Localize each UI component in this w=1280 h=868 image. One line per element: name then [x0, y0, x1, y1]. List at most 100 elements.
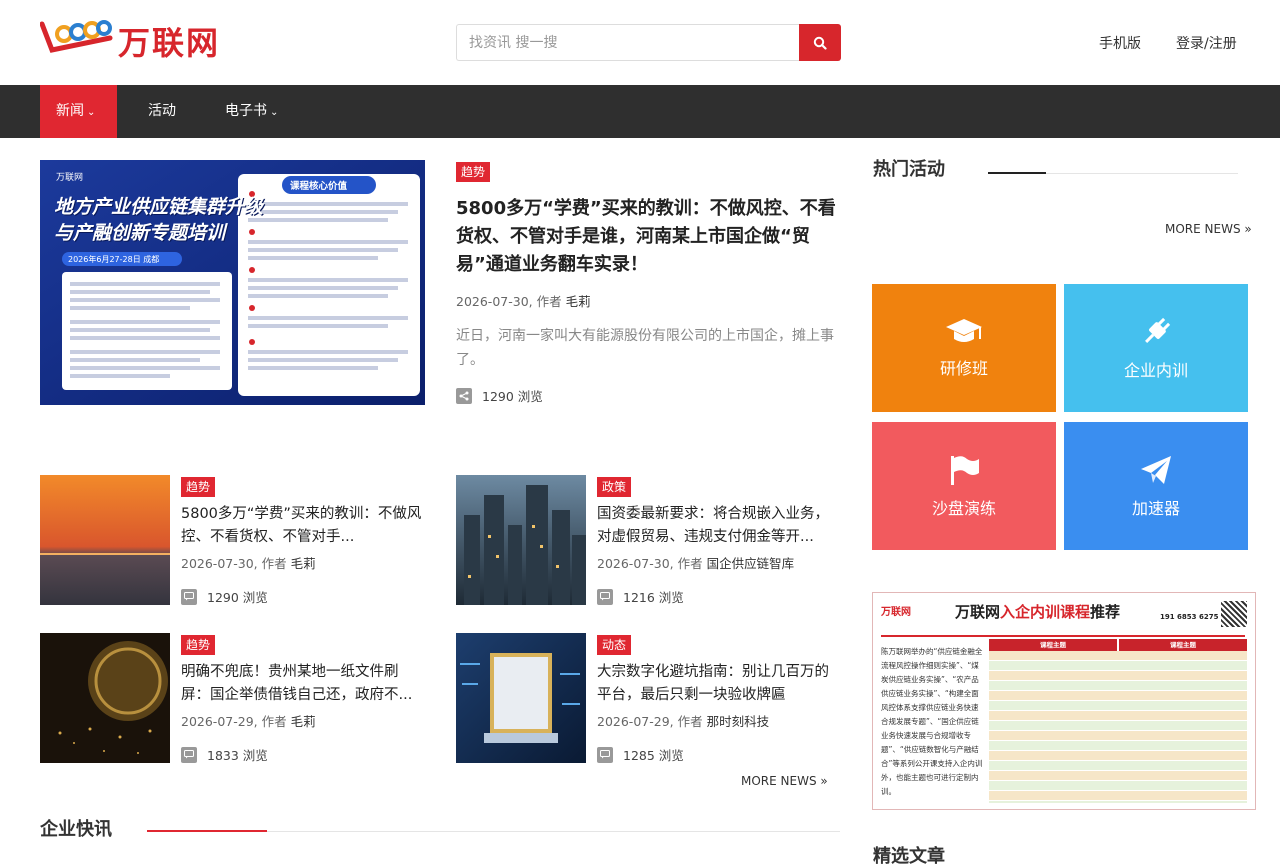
news-meta: 2026-07-30, 作者 毛莉: [181, 553, 316, 572]
news-meta: 2026-07-29, 作者 那时刻科技: [597, 711, 769, 730]
news-author[interactable]: 毛莉: [291, 556, 316, 571]
logo-mark-icon: [40, 20, 113, 53]
news-views: 1285 浏览: [597, 745, 684, 764]
ad-column-header: 课程主题: [989, 639, 1117, 651]
news-meta: 2026-07-29, 作者 毛莉: [181, 711, 316, 730]
ad-title-highlight: 入企内训课程: [1000, 603, 1091, 621]
news-meta: 2026-07-30, 作者 国企供应链智库: [597, 553, 794, 572]
news-title[interactable]: 明确不兜底！贵州某地一纸文件刷屏：国企举债借钱自己还，政府不...: [181, 661, 423, 707]
list-item: 动态 大宗数字化避坑指南：别让几百万的平台，最后只剩一块验收牌匾 2026-07…: [456, 633, 856, 763]
graduation-cap-icon: [946, 319, 982, 342]
main-nav: 新闻 ⌄ 活动 电子书 ⌄: [0, 85, 1280, 138]
ad-title-suffix: 推荐: [1090, 603, 1121, 621]
ad-title-prefix: 万联网: [955, 603, 1001, 621]
more-news-link[interactable]: MORE NEWS »: [741, 774, 828, 788]
search-input[interactable]: [456, 24, 799, 61]
news-author[interactable]: 国企供应链智库: [707, 556, 795, 571]
headline-line-2: 与产融创新专题培训: [54, 222, 226, 244]
ad-column-header: 课程主题: [1119, 639, 1247, 651]
news-thumbnail[interactable]: [40, 475, 170, 605]
tile-corporate-training[interactable]: 企业内训: [1064, 284, 1248, 412]
flag-icon: [951, 456, 979, 485]
news-date: 2026-07-30,: [181, 556, 258, 571]
views-count: 1290: [482, 389, 514, 404]
tile-sandbox-drill[interactable]: 沙盘演练: [872, 422, 1056, 550]
news-title[interactable]: 大宗数字化避坑指南：别让几百万的平台，最后只剩一块验收牌匾: [597, 661, 839, 707]
news-date: 2026-07-29,: [181, 714, 258, 729]
views-label: 浏览: [658, 748, 684, 763]
site-logo[interactable]: 万联网: [40, 14, 220, 68]
ad-divider: [881, 635, 1245, 637]
author-label: 作者: [261, 714, 287, 729]
featured-author[interactable]: 毛莉: [566, 294, 591, 309]
section-title-company-news: 企业快讯: [40, 819, 112, 840]
news-title[interactable]: 5800多万“学费”买来的教训：不做风控、不看货权、不管对手...: [181, 503, 423, 549]
list-item: 趋势 明确不兜底！贵州某地一纸文件刷屏：国企举债借钱自己还，政府不... 202…: [40, 633, 440, 763]
news-tag[interactable]: 政策: [597, 477, 632, 497]
news-views: 1290 浏览: [181, 587, 268, 606]
news-author[interactable]: 毛莉: [291, 714, 316, 729]
comment-icon: [597, 746, 613, 763]
nav-item-events[interactable]: 活动: [132, 85, 192, 138]
nav-item-label: 新闻: [56, 103, 84, 119]
featured-views: 1290 浏览: [456, 386, 543, 405]
headline-line-1: 地方产业供应链集群升级: [54, 196, 264, 218]
section-divider-accent: [988, 172, 1046, 174]
tile-label: 沙盘演练: [931, 499, 996, 518]
news-date: 2026-07-30,: [597, 556, 674, 571]
news-thumbnail[interactable]: [456, 633, 586, 763]
author-label: 作者: [677, 714, 703, 729]
featured-date: 2026-07-30,: [456, 294, 533, 309]
ad-table-rows: [989, 651, 1247, 803]
featured-image-panel-title: 课程核心价值: [290, 181, 348, 192]
news-tag[interactable]: 趋势: [181, 477, 216, 497]
nav-item-news[interactable]: 新闻 ⌄: [40, 85, 117, 138]
views-label: 浏览: [517, 389, 543, 404]
sunset-image: [40, 475, 170, 605]
ad-title: 万联网入企内训课程推荐: [955, 601, 1120, 622]
comment-icon: [181, 588, 197, 605]
views-count: 1216: [623, 590, 655, 605]
list-item: 政策 国资委最新要求：将合规嵌入业务，对虚假贸易、违规支付佣金等开... 202…: [456, 475, 856, 605]
login-register-link[interactable]: 登录/注册: [1176, 33, 1237, 53]
featured-image-headline: 地方产业供应链集群升级 与产融创新专题培训: [54, 194, 263, 246]
qr-code-icon: [1221, 601, 1247, 627]
ad-contact: 191 6853 6275: [1160, 613, 1219, 621]
section-title-selected-articles: 精选文章: [873, 846, 945, 867]
tile-label: 研修班: [939, 359, 988, 378]
featured-image-date: 2026年6月27-28日 成都: [68, 255, 160, 264]
nav-item-label: 电子书: [225, 103, 267, 119]
featured-summary: 近日，河南一家叫大有能源股份有限公司的上市国企，摊上事了。: [456, 328, 834, 368]
search-button[interactable]: [799, 24, 841, 61]
share-icon[interactable]: [456, 387, 472, 404]
paper-plane-icon: [1141, 456, 1171, 484]
tile-label: 加速器: [1131, 499, 1180, 518]
list-item: 趋势 5800多万“学费”买来的教训：不做风控、不看货权、不管对手... 202…: [40, 475, 440, 605]
featured-meta: 2026-07-30, 作者 毛莉: [456, 291, 591, 310]
search-icon: [813, 36, 827, 50]
news-thumbnail[interactable]: [40, 633, 170, 763]
corporate-training-ad[interactable]: 万联网 万联网入企内训课程推荐 191 6853 6275 陈万联网举办的“供应…: [872, 592, 1256, 810]
news-date: 2026-07-29,: [597, 714, 674, 729]
views-count: 1285: [623, 748, 655, 763]
featured-tag[interactable]: 趋势: [456, 162, 491, 182]
views-label: 浏览: [658, 590, 684, 605]
featured-image[interactable]: 万联网 地方产业供应链集群升级 与产融创新专题培训 课程核心价值 2026年6月…: [40, 160, 425, 405]
nav-item-ebooks[interactable]: 电子书 ⌄: [209, 85, 294, 138]
logo-text: 万联网: [118, 24, 221, 62]
award-plaque-image: [456, 633, 586, 763]
news-title[interactable]: 国资委最新要求：将合规嵌入业务，对虚假贸易、违规支付佣金等开...: [597, 503, 839, 549]
featured-title[interactable]: 5800多万“学费”买来的教训：不做风控、不看货权、不管对手是谁，河南某上市国企…: [456, 195, 836, 279]
views-label: 浏览: [242, 590, 268, 605]
news-tag[interactable]: 趋势: [181, 635, 216, 655]
mobile-version-link[interactable]: 手机版: [1099, 33, 1141, 53]
news-tag[interactable]: 动态: [597, 635, 632, 655]
tile-accelerator[interactable]: 加速器: [1064, 422, 1248, 550]
section-divider-accent: [147, 830, 267, 832]
comment-icon: [597, 588, 613, 605]
nav-item-label: 活动: [148, 103, 176, 119]
tile-training-class[interactable]: 研修班: [872, 284, 1056, 412]
news-author[interactable]: 那时刻科技: [707, 714, 770, 729]
more-events-link[interactable]: MORE NEWS »: [1165, 222, 1252, 236]
news-thumbnail[interactable]: [456, 475, 586, 605]
